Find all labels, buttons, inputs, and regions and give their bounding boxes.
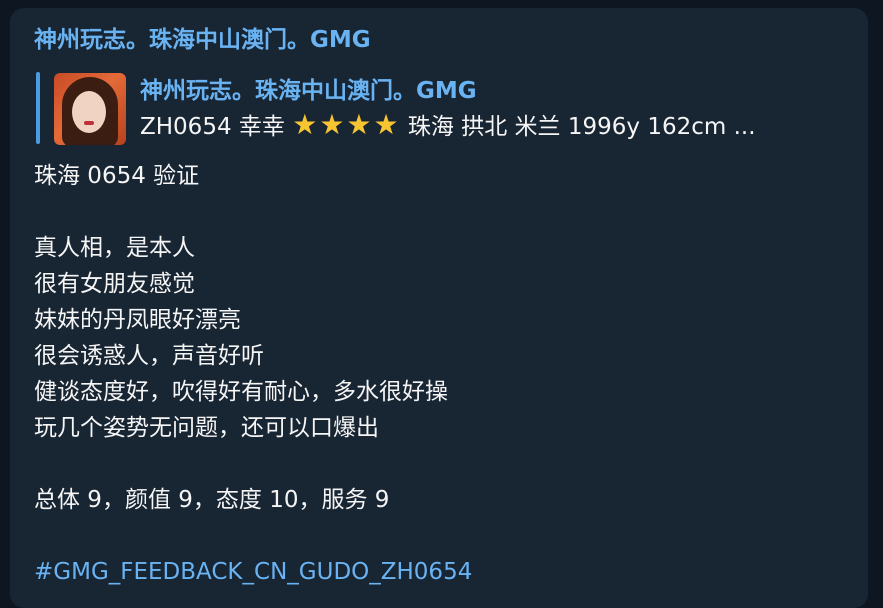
thumbnail-face — [72, 91, 106, 133]
body-line: 珠海 0654 验证 — [34, 163, 200, 189]
body-line: 总体 9，颜值 9，态度 10，服务 9 — [34, 487, 390, 513]
reply-text: 神州玩志。珠海中山澳门。GMG ZH0654 幸幸 ★★★★ 珠海 拱北 米兰 … — [140, 74, 756, 144]
body-line: 玩几个姿势无问题，还可以口爆出 — [34, 415, 379, 441]
body-line: 很会诱惑人，声音好听 — [34, 343, 264, 369]
body-line: 健谈态度好，吹得好有耐心，多水很好操 — [34, 379, 448, 405]
reply-desc-suffix: 珠海 拱北 米兰 1996y 162cm ... — [400, 114, 756, 140]
body-line — [34, 194, 844, 230]
message-body: 珠海 0654 验证 真人相，是本人 很有女朋友感觉 妹妹的丹凤眼好漂亮 很会诱… — [34, 158, 844, 590]
body-line: 真人相，是本人 — [34, 235, 195, 261]
reply-title: 神州玩志。珠海中山澳门。GMG — [140, 78, 477, 104]
reply-thumbnail[interactable] — [54, 73, 126, 145]
reply-description: ZH0654 幸幸 ★★★★ 珠海 拱北 米兰 1996y 162cm ... — [140, 108, 756, 144]
reply-desc-prefix: ZH0654 幸幸 — [140, 114, 293, 140]
reply-preview[interactable]: 神州玩志。珠海中山澳门。GMG ZH0654 幸幸 ★★★★ 珠海 拱北 米兰 … — [34, 68, 844, 150]
hashtag-link[interactable]: #GMG_FEEDBACK_CN_GUDO_ZH0654 — [34, 554, 844, 590]
body-line — [34, 446, 844, 482]
body-line: 妹妹的丹凤眼好漂亮 — [34, 307, 241, 333]
star-rating-icon: ★★★★ — [292, 108, 401, 141]
reply-bar — [36, 72, 40, 144]
message-bubble: 神州玩志。珠海中山澳门。GMG 神州玩志。珠海中山澳门。GMG ZH0654 幸… — [10, 8, 868, 608]
body-line: 很有女朋友感觉 — [34, 271, 195, 297]
body-line — [34, 518, 844, 554]
sender-name[interactable]: 神州玩志。珠海中山澳门。GMG — [34, 22, 844, 58]
thumbnail-lips — [84, 121, 94, 125]
